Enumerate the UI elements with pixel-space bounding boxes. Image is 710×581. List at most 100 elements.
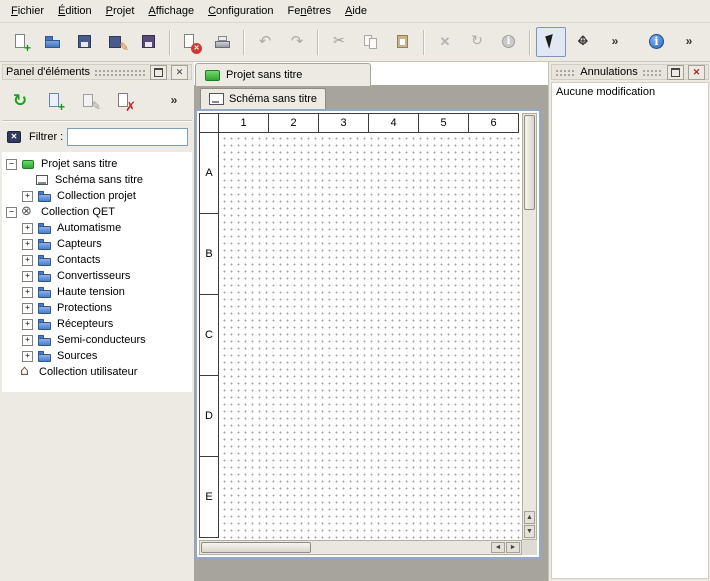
- scroll-down-button[interactable]: ▼: [524, 525, 535, 538]
- undo-button[interactable]: [250, 27, 280, 57]
- tab-schema[interactable]: Schéma sans titre: [200, 88, 326, 109]
- reload-collections-button[interactable]: [5, 86, 35, 116]
- undo-empty-text: Aucune modification: [552, 83, 708, 101]
- element-info-button[interactable]: [494, 27, 524, 57]
- schema-canvas[interactable]: [219, 133, 522, 540]
- undo-list[interactable]: Aucune modification: [551, 82, 709, 579]
- tree-item[interactable]: Collection utilisateur: [2, 364, 192, 380]
- menu-configuration[interactable]: Configuration: [201, 2, 280, 20]
- folder-icon: [37, 302, 53, 315]
- elements-panel-titlebar[interactable]: Panel d'éléments ✕: [2, 64, 192, 80]
- cut-button[interactable]: [324, 27, 354, 57]
- menu-fenetres[interactable]: Fenêtres: [281, 2, 338, 20]
- delete-element-button[interactable]: [110, 86, 140, 116]
- tree-item[interactable]: +Convertisseurs: [2, 268, 192, 284]
- project-area: Projet sans titre Schéma sans titre 1234…: [194, 62, 548, 581]
- tree-expander[interactable]: +: [22, 319, 33, 330]
- save-all-button[interactable]: [134, 27, 164, 57]
- new-document-button[interactable]: [6, 27, 36, 57]
- vertical-scrollbar[interactable]: ▲ ▼: [522, 113, 537, 540]
- undo-panel-titlebar[interactable]: Annulations ✕: [551, 64, 709, 80]
- tree-item[interactable]: +Sources: [2, 348, 192, 364]
- close-document-button[interactable]: [176, 27, 206, 57]
- close-dock-button[interactable]: ✕: [688, 65, 705, 80]
- toolbar-separator: [317, 30, 319, 55]
- info-blue-icon: [647, 32, 667, 52]
- select-mode-button[interactable]: [536, 27, 566, 57]
- toolbar-separator: [169, 30, 171, 55]
- menu-projet[interactable]: Projet: [99, 2, 142, 20]
- tree-expander[interactable]: +: [22, 191, 33, 202]
- tree-expander[interactable]: +: [22, 223, 33, 234]
- dock-grip[interactable]: [642, 68, 663, 76]
- tree-item[interactable]: −Projet sans titre: [2, 156, 192, 172]
- row-header-cell: A: [199, 133, 219, 214]
- menu-affichage[interactable]: Affichage: [141, 2, 201, 20]
- tree-expander[interactable]: +: [22, 255, 33, 266]
- scroll-right-button[interactable]: ►: [506, 542, 520, 553]
- copy-button[interactable]: [356, 27, 386, 57]
- tab-project[interactable]: Projet sans titre: [195, 63, 371, 86]
- move-mode-button[interactable]: [568, 27, 598, 57]
- paste-button[interactable]: [388, 27, 418, 57]
- float-dock-button[interactable]: [667, 65, 684, 80]
- horizontal-scrollbar[interactable]: ◄ ►: [199, 540, 522, 555]
- row-header-cell: C: [199, 295, 219, 376]
- tree-item[interactable]: +Collection projet: [2, 188, 192, 204]
- tree-item[interactable]: −Collection QET: [2, 204, 192, 220]
- rotate-button[interactable]: [462, 27, 492, 57]
- tree-expander[interactable]: +: [22, 303, 33, 314]
- project-tab-label: Projet sans titre: [226, 69, 302, 81]
- save-as-button[interactable]: [102, 27, 132, 57]
- tree-item[interactable]: Schéma sans titre: [2, 172, 192, 188]
- horizontal-scrollbar-thumb[interactable]: [201, 542, 311, 553]
- delete-element-icon: [115, 91, 135, 111]
- filter-input[interactable]: [67, 128, 188, 146]
- toolbar-separator: [243, 30, 245, 55]
- tree-expander[interactable]: +: [22, 271, 33, 282]
- tree-item[interactable]: +Haute tension: [2, 284, 192, 300]
- about-button[interactable]: [642, 27, 672, 57]
- tree-item[interactable]: +Récepteurs: [2, 316, 192, 332]
- elements-toolbar-overflow-button[interactable]: [159, 86, 189, 116]
- menu-aide[interactable]: Aide: [338, 2, 374, 20]
- menu-fichier[interactable]: Fichier: [4, 2, 51, 20]
- float-dock-button[interactable]: [150, 65, 167, 80]
- menu-edition[interactable]: Édition: [51, 2, 99, 20]
- tree-expander[interactable]: −: [6, 159, 17, 170]
- overflow-icon: [164, 91, 184, 111]
- tree-expander[interactable]: +: [22, 351, 33, 362]
- tree-item[interactable]: +Contacts: [2, 252, 192, 268]
- schema-tab-label: Schéma sans titre: [229, 93, 317, 105]
- toolbar-divider: [2, 120, 192, 122]
- dock-grip[interactable]: [555, 68, 576, 76]
- dock-grip[interactable]: [94, 68, 146, 76]
- qet-collection-icon: [21, 206, 37, 219]
- schema-sheet: 123456 ABCDE ▲ ▼ ◄ ►: [199, 113, 537, 555]
- print-button[interactable]: [208, 27, 238, 57]
- scroll-up-button[interactable]: ▲: [524, 511, 535, 524]
- redo-button[interactable]: [282, 27, 312, 57]
- delete-button[interactable]: [430, 27, 460, 57]
- tree-item[interactable]: +Protections: [2, 300, 192, 316]
- scroll-left-button[interactable]: ◄: [491, 542, 505, 553]
- tree-expander[interactable]: −: [6, 207, 17, 218]
- overflow-icon: [679, 32, 699, 52]
- new-element-button[interactable]: [40, 86, 70, 116]
- ruler-corner: [199, 113, 219, 133]
- toolbar-overflow-button-2[interactable]: [674, 27, 704, 57]
- clear-filter-icon[interactable]: [5, 127, 25, 147]
- tree-expander[interactable]: +: [22, 287, 33, 298]
- vertical-scrollbar-thumb[interactable]: [524, 115, 535, 210]
- tree-expander[interactable]: +: [22, 239, 33, 250]
- float-icon: [154, 68, 163, 77]
- tree-item[interactable]: +Semi-conducteurs: [2, 332, 192, 348]
- save-button[interactable]: [70, 27, 100, 57]
- toolbar-overflow-button[interactable]: [600, 27, 630, 57]
- tree-item[interactable]: +Capteurs: [2, 236, 192, 252]
- close-dock-button[interactable]: ✕: [171, 65, 188, 80]
- tree-expander[interactable]: +: [22, 335, 33, 346]
- edit-element-button[interactable]: [75, 86, 105, 116]
- open-document-button[interactable]: [38, 27, 68, 57]
- tree-item[interactable]: +Automatisme: [2, 220, 192, 236]
